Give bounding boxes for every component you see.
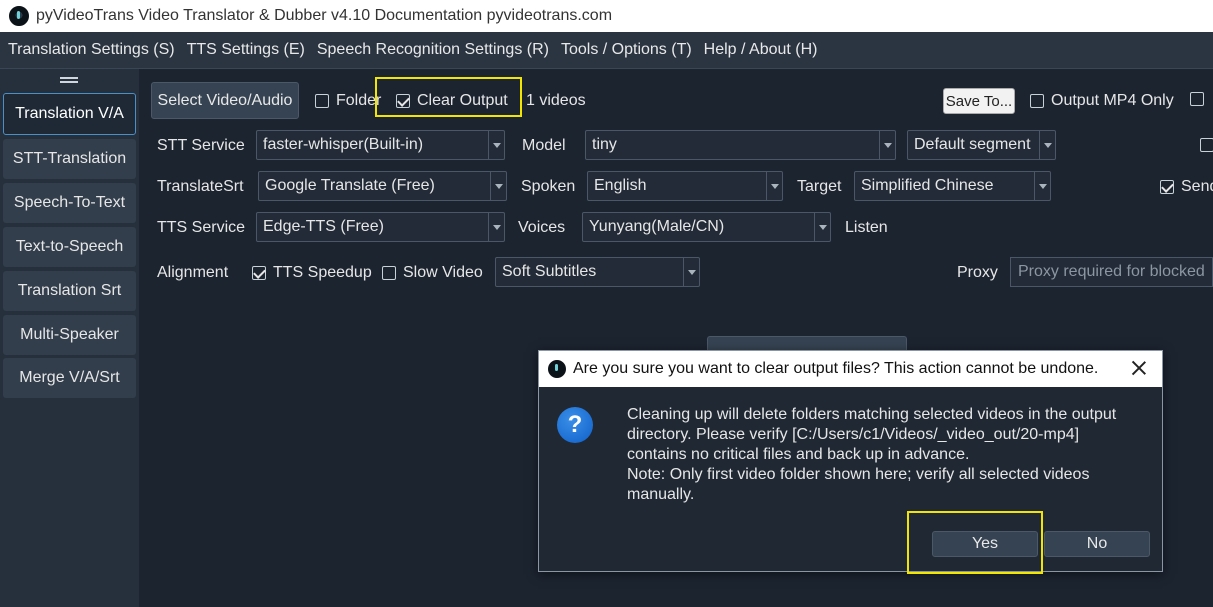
dialog-title: Are you sure you want to clear output fi…: [573, 360, 1099, 377]
segment-value: Default segment: [914, 136, 1031, 153]
tts-speedup-label: TTS Speedup: [273, 264, 372, 281]
sidebar-item-merge-vasrt[interactable]: Merge V/A/Srt: [3, 358, 136, 398]
model-value: tiny: [592, 136, 617, 153]
send-checkbox-box[interactable]: [1160, 180, 1174, 194]
tts-speedup-checkbox[interactable]: TTS Speedup: [252, 264, 372, 282]
tts-service-select[interactable]: Edge-TTS (Free): [256, 212, 505, 242]
target-language-select[interactable]: Simplified Chinese: [854, 171, 1051, 201]
output-mp4-only-checkbox-box[interactable]: [1030, 94, 1044, 108]
yes-button-highlight: [907, 511, 1043, 574]
dialog-message-line: manually.: [627, 486, 695, 503]
dialog-message-line: Cleaning up will delete folders matching…: [627, 406, 1117, 423]
slow-video-checkbox[interactable]: Slow Video: [382, 264, 483, 282]
listen-link[interactable]: Listen: [845, 219, 888, 237]
segment-select[interactable]: Default segment: [907, 130, 1056, 160]
sidebar-collapse-handle-icon[interactable]: [60, 77, 78, 83]
translate-service-select[interactable]: Google Translate (Free): [258, 171, 507, 201]
title-bar: pyVideoTrans Video Translator & Dubber v…: [0, 0, 1213, 32]
voices-label: Voices: [518, 219, 566, 236]
chevron-down-icon[interactable]: [879, 131, 895, 159]
target-language-value: Simplified Chinese: [861, 177, 994, 194]
chevron-down-icon[interactable]: [766, 172, 782, 200]
send-checkbox-label: Send: [1181, 178, 1213, 195]
confirm-clear-dialog: Are you sure you want to clear output fi…: [538, 350, 1163, 574]
tts-service-value: Edge-TTS (Free): [263, 218, 384, 235]
cut-off-checkbox[interactable]: [1190, 92, 1211, 106]
send-checkbox[interactable]: Send: [1160, 178, 1213, 196]
output-mp4-only-checkbox[interactable]: Output MP4 Only: [1030, 92, 1174, 110]
stt-service-label: STT Service: [157, 137, 245, 154]
dialog-message: Cleaning up will delete folders matching…: [627, 405, 1147, 505]
chevron-down-icon[interactable]: [1039, 131, 1055, 159]
dialog-message-line: contains no critical files and back up i…: [627, 446, 970, 463]
menu-speech-recognition-settings[interactable]: Speech Recognition Settings (R): [313, 41, 553, 59]
chevron-down-icon[interactable]: [683, 258, 699, 286]
cut-off-checkbox-box[interactable]: [1190, 92, 1204, 106]
chevron-down-icon[interactable]: [490, 172, 506, 200]
app-logo-icon: [9, 6, 29, 26]
proxy-input[interactable]: Proxy required for blocked: [1010, 257, 1213, 287]
slow-video-label: Slow Video: [403, 264, 483, 281]
voices-select[interactable]: Yunyang(Male/CN): [582, 212, 831, 242]
sidebar-item-multi-speaker[interactable]: Multi-Speaker: [3, 315, 136, 355]
chevron-down-icon[interactable]: [488, 213, 504, 241]
menu-bar: Translation Settings (S) TTS Settings (E…: [0, 32, 1213, 69]
clear-output-highlight: [375, 77, 522, 117]
target-label: Target: [797, 178, 842, 195]
stt-extra-checkbox[interactable]: [1200, 138, 1213, 152]
menu-help-about[interactable]: Help / About (H): [700, 41, 822, 59]
app-logo-icon: [548, 360, 566, 378]
tts-service-label: TTS Service: [157, 219, 246, 236]
dialog-message-line: directory. Please verify [C:/Users/c1/Vi…: [627, 426, 1080, 443]
no-button[interactable]: No: [1044, 531, 1150, 557]
folder-checkbox-box[interactable]: [315, 94, 329, 108]
stt-service-value: faster-whisper(Built-in): [263, 136, 424, 153]
voices-value: Yunyang(Male/CN): [589, 218, 725, 235]
chevron-down-icon[interactable]: [814, 213, 830, 241]
sidebar-item-translation-va[interactable]: Translation V/A: [3, 93, 136, 135]
translate-service-value: Google Translate (Free): [265, 177, 435, 194]
spoken-language-value: English: [594, 177, 647, 194]
translate-srt-label: TranslateSrt: [157, 178, 244, 195]
dialog-title-bar: Are you sure you want to clear output fi…: [539, 351, 1162, 387]
sidebar-item-speech-to-text[interactable]: Speech-To-Text: [3, 183, 136, 223]
sidebar-item-stt-translation[interactable]: STT-Translation: [3, 139, 136, 179]
chevron-down-icon[interactable]: [488, 131, 504, 159]
save-to-button[interactable]: Save To...: [943, 88, 1015, 114]
spoken-label: Spoken: [521, 178, 576, 195]
spoken-language-select[interactable]: English: [587, 171, 783, 201]
model-label: Model: [522, 137, 566, 154]
subtitle-type-select[interactable]: Soft Subtitles: [495, 257, 700, 287]
tts-speedup-checkbox-box[interactable]: [252, 266, 266, 280]
select-video-audio-button[interactable]: Select Video/Audio: [151, 82, 299, 119]
slow-video-checkbox-box[interactable]: [382, 266, 396, 280]
menu-tts-settings[interactable]: TTS Settings (E): [183, 41, 309, 59]
window-title: pyVideoTrans Video Translator & Dubber v…: [36, 7, 613, 24]
sidebar-item-text-to-speech[interactable]: Text-to-Speech: [3, 227, 136, 267]
alignment-label: Alignment: [157, 264, 229, 281]
sidebar: Translation V/A STT-Translation Speech-T…: [0, 69, 139, 607]
folder-checkbox[interactable]: Folder: [315, 92, 381, 110]
model-select[interactable]: tiny: [585, 130, 896, 160]
menu-translation-settings[interactable]: Translation Settings (S): [4, 41, 179, 59]
subtitle-type-value: Soft Subtitles: [502, 263, 597, 280]
menu-tools-options[interactable]: Tools / Options (T): [557, 41, 696, 59]
video-count: 1 videos: [526, 92, 586, 109]
question-icon: ?: [557, 407, 593, 443]
sidebar-item-translation-srt[interactable]: Translation Srt: [3, 271, 136, 311]
proxy-label: Proxy: [957, 264, 998, 281]
stt-extra-checkbox-box[interactable]: [1200, 138, 1213, 152]
stt-service-select[interactable]: faster-whisper(Built-in): [256, 130, 505, 160]
chevron-down-icon[interactable]: [1034, 172, 1050, 200]
close-icon[interactable]: [1130, 359, 1148, 377]
dialog-message-line: Note: Only first video folder shown here…: [627, 466, 1090, 483]
output-mp4-only-label: Output MP4 Only: [1051, 92, 1174, 109]
